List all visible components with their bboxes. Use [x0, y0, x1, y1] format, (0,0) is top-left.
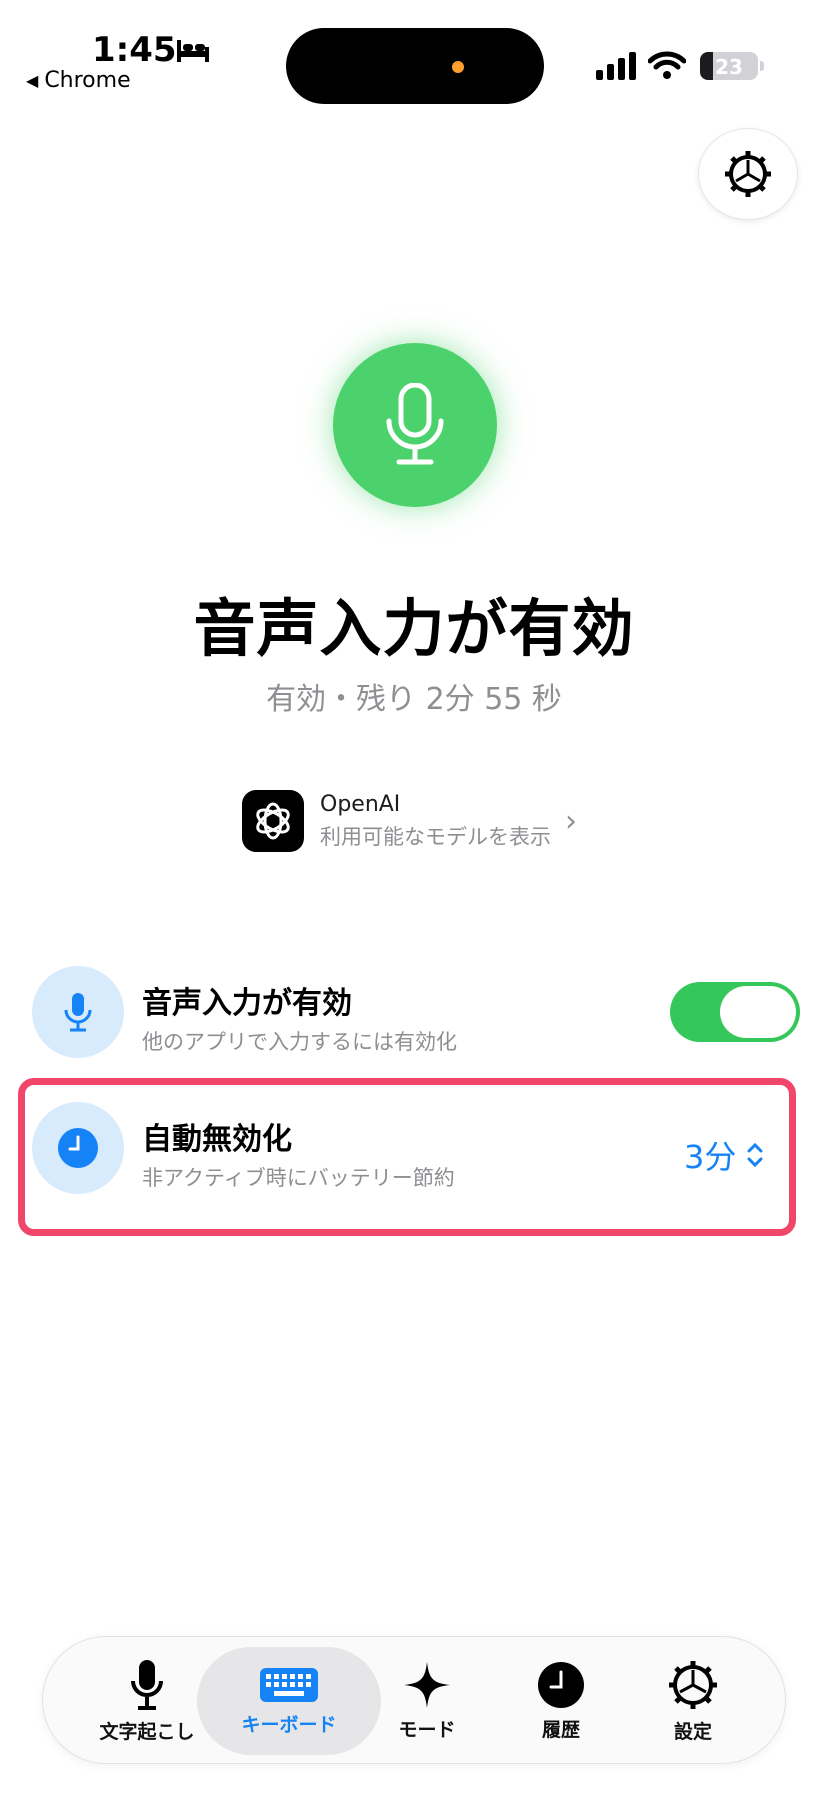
voice-input-title: 音声入力が有効: [142, 986, 352, 1021]
gear-icon: [669, 1660, 717, 1709]
sparkle-icon: [404, 1661, 450, 1708]
keyboard-icon: [260, 1667, 318, 1702]
tab-label: 文字起こし: [99, 1720, 195, 1743]
clock-badge: [32, 1102, 124, 1194]
tab-label: モード: [398, 1718, 456, 1741]
duration-value: 3分: [684, 1138, 737, 1176]
gear-icon: [725, 151, 771, 197]
clock-icon: [538, 1661, 584, 1708]
tab-label: 履歴: [541, 1718, 580, 1741]
auto-disable-title: 自動無効化: [142, 1122, 292, 1157]
tab-settings[interactable]: 設定: [621, 1647, 765, 1755]
back-to-app-link[interactable]: ◀ Chrome: [26, 68, 131, 93]
tab-label: 設定: [673, 1720, 712, 1743]
chevron-up-down-icon: [747, 1142, 763, 1168]
voice-input-mic-button[interactable]: [333, 343, 497, 507]
battery-level: 23: [715, 55, 743, 79]
auto-disable-duration-picker[interactable]: 3分: [684, 1132, 764, 1178]
status-time: 1:45: [92, 30, 177, 70]
voice-input-toggle[interactable]: [670, 982, 800, 1042]
tab-label: キーボード: [241, 1713, 337, 1736]
sleep-bed-icon: [177, 40, 209, 62]
dynamic-island: [286, 28, 544, 104]
status-subtitle: 有効・残り 2分 55 秒: [266, 682, 562, 717]
auto-disable-subtitle: 非アクティブ時にバッテリー節約: [142, 1166, 455, 1190]
voice-input-subtitle: 他のアプリで入力するには有効化: [142, 1030, 457, 1054]
mic-badge: [32, 966, 124, 1058]
bottom-tab-bar: 文字起こし キーボード モード 履歴 設定: [42, 1636, 786, 1764]
mic-in-use-indicator: [452, 61, 464, 73]
chevron-right-icon: ›: [565, 803, 577, 839]
auto-disable-row: 自動無効化 非アクティブ時にバッテリー節約 3分: [32, 1102, 802, 1194]
page-title: 音声入力が有効: [193, 592, 635, 665]
back-app-label: Chrome: [44, 68, 131, 93]
mic-icon: [386, 383, 444, 465]
openai-logo-icon: [242, 790, 304, 852]
back-triangle-icon: ◀: [26, 71, 39, 90]
cellular-signal-icon: [596, 52, 636, 80]
settings-button[interactable]: [698, 128, 798, 220]
tab-keyboard[interactable]: キーボード: [197, 1647, 381, 1755]
clock-icon: [58, 1128, 98, 1168]
provider-name: OpenAI: [320, 791, 401, 817]
tab-mode[interactable]: モード: [355, 1647, 499, 1755]
wifi-icon: [648, 51, 686, 79]
provider-link[interactable]: OpenAI 利用可能なモデルを表示 ›: [242, 790, 577, 852]
toggle-knob: [720, 986, 796, 1038]
mic-icon: [131, 1659, 163, 1710]
battery-indicator: 23: [700, 52, 758, 80]
provider-subtitle: 利用可能なモデルを表示: [320, 824, 551, 849]
mic-icon: [64, 993, 92, 1032]
voice-input-row: 音声入力が有効 他のアプリで入力するには有効化: [32, 966, 802, 1058]
tab-history[interactable]: 履歴: [489, 1647, 633, 1755]
